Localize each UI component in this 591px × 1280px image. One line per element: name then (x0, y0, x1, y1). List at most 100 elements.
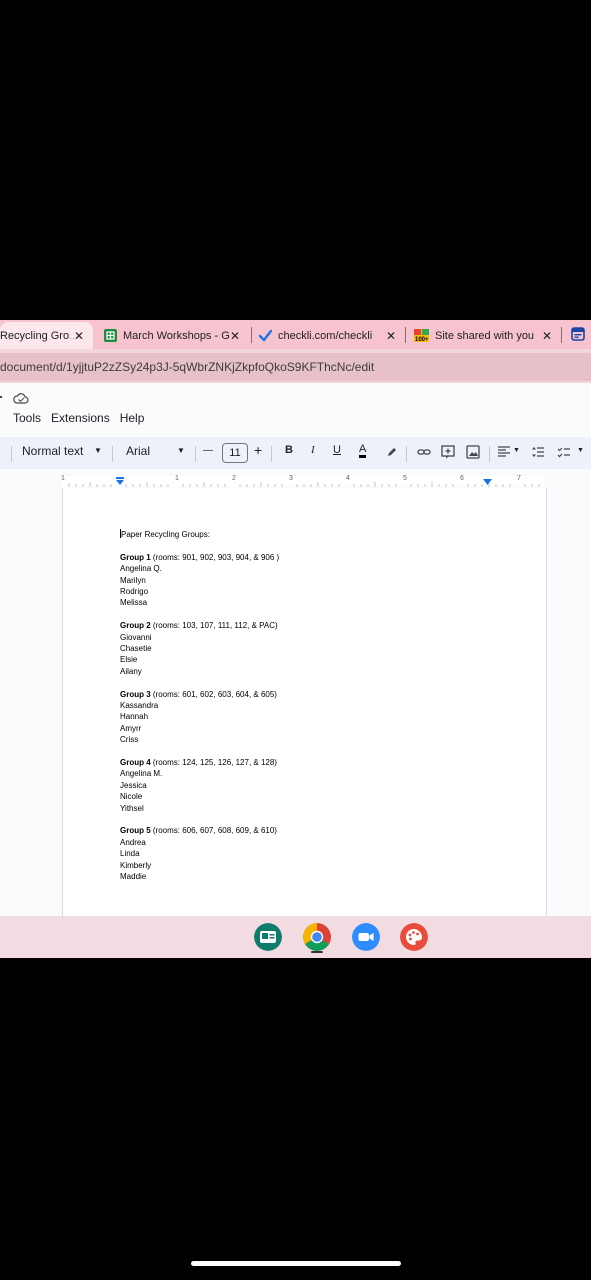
underline-button[interactable]: U (333, 444, 341, 456)
group-rooms: (rooms: 601, 602, 603, 604, & 605) (150, 689, 277, 699)
chevron-down-icon[interactable]: ▼ (577, 447, 584, 454)
close-tab-icon[interactable]: ✕ (230, 329, 240, 343)
overflow-dot (0, 396, 2, 398)
text-color-button[interactable]: A (359, 444, 367, 458)
member-name: Melissa (120, 598, 148, 608)
chrome-icon[interactable] (303, 923, 331, 951)
align-left-icon[interactable] (497, 445, 511, 459)
group-label: Group 5 (120, 826, 151, 836)
chevron-down-icon[interactable]: ▼ (177, 446, 185, 455)
palette-icon[interactable] (400, 923, 428, 951)
tab-title: Site shared with you (435, 329, 535, 342)
member-name: Angelina M. (120, 769, 163, 779)
group-rooms: (rooms: 124, 125, 126, 127, & 128) (150, 758, 277, 768)
menu-help[interactable]: Help (120, 411, 145, 425)
member-name: Giovanni (120, 632, 152, 642)
site-badge-icon: 100+ (414, 329, 429, 342)
ruler-number: 7 (517, 475, 521, 482)
tab-title: Recycling Gro (0, 329, 70, 342)
group-label: Group 1 (120, 552, 151, 562)
close-tab-icon[interactable]: ✕ (386, 329, 396, 343)
checkmark-icon (259, 329, 272, 342)
member-name: Rodrigo (120, 587, 149, 597)
member-name: Hannah (120, 712, 149, 722)
formatting-toolbar: Normal text ▼ Arial ▼ — 11 + B I U A ▼ ▼ (0, 437, 591, 469)
tab-site-shared[interactable]: 100+ Site shared with you ✕ (414, 322, 554, 349)
group-label: Group 2 (120, 621, 151, 631)
ruler-number: 6 (460, 475, 464, 482)
group-label: Group 4 (120, 758, 151, 768)
bold-button[interactable]: B (285, 444, 293, 456)
right-indent-marker[interactable] (483, 479, 492, 486)
chevron-down-icon[interactable]: ▼ (513, 447, 520, 454)
ruler-number: 5 (403, 475, 407, 482)
ruler-number: 1 (61, 475, 65, 482)
ruler-number: 4 (346, 475, 350, 482)
member-name: Marilyn (120, 575, 146, 585)
ruler-number: 1 (175, 475, 179, 482)
classroom-icon[interactable] (254, 923, 282, 951)
group-rooms: (rooms: 901, 902, 903, 904, & 906 ) (150, 552, 280, 562)
tab-checkli[interactable]: checkli.com/checkli ✕ (259, 322, 399, 349)
document-page[interactable]: Paper Recycling Groups: Group 1 (rooms: … (62, 488, 547, 916)
home-indicator[interactable] (191, 1261, 401, 1266)
url-text: document/d/1yjjtuP2zZSy24p3J-5qWbrZNKjZk… (0, 360, 375, 374)
member-name: Amyrr (120, 723, 142, 733)
member-name: Kimberly (120, 860, 152, 870)
ruler-ticks (68, 482, 540, 487)
link-icon[interactable] (417, 445, 431, 459)
line-spacing-icon[interactable] (531, 445, 545, 459)
increase-font-size-button[interactable]: + (254, 442, 262, 458)
member-name: Maddie (120, 872, 147, 882)
tab-title: checkli.com/checkli (278, 329, 373, 342)
close-tab-icon[interactable]: ✕ (74, 329, 84, 343)
ruler-number: 2 (232, 475, 236, 482)
member-name: Ailany (120, 666, 142, 676)
member-name: Chasetie (120, 644, 152, 654)
close-tab-icon[interactable]: ✕ (542, 329, 552, 343)
tab-recycling-groups[interactable]: Recycling Gro .. ✕ (0, 322, 93, 349)
insert-image-icon[interactable] (466, 445, 480, 459)
style-select[interactable]: Normal text (22, 444, 83, 458)
member-name: Elsie (120, 655, 138, 665)
ruler-number: 3 (289, 475, 293, 482)
address-bar: document/d/1yjjtuP2zZSy24p3J-5qWbrZNKjZk… (0, 349, 591, 383)
tab-title: March Workshops - G (123, 329, 230, 342)
font-select[interactable]: Arial (126, 444, 150, 458)
zoom-icon[interactable] (352, 923, 380, 951)
menu-tools[interactable]: Tools (13, 411, 41, 425)
cloud-saved-icon[interactable] (13, 392, 29, 404)
decrease-font-size-button[interactable]: — (203, 445, 213, 456)
member-name: Andrea (120, 837, 146, 847)
member-name: Criss (120, 735, 139, 745)
member-name: Linda (120, 849, 140, 859)
font-size-input[interactable]: 11 (222, 443, 248, 463)
member-name: Kassandra (120, 701, 159, 711)
group-rooms: (rooms: 103, 107, 111, 112, & PAC) (150, 621, 278, 631)
google-sheets-icon (104, 329, 117, 342)
member-name: Yithsel (120, 803, 144, 813)
screen: Recycling Gro .. ✕ March Workshops - G ✕… (0, 320, 591, 958)
tab-march-workshops[interactable]: March Workshops - G ✕ (104, 322, 244, 349)
tab-strip: Recycling Gro .. ✕ March Workshops - G ✕… (0, 320, 591, 349)
url-field[interactable]: document/d/1yjjtuP2zZSy24p3J-5qWbrZNKjZk… (0, 353, 591, 381)
docs-header: Tools Extensions Help (0, 383, 591, 437)
doc-heading: Paper Recycling Groups: (121, 530, 210, 539)
document-body[interactable]: Paper Recycling Groups: Group 1 (rooms: … (120, 529, 279, 883)
add-comment-icon[interactable] (441, 445, 455, 459)
italic-button[interactable]: I (311, 444, 315, 456)
chevron-down-icon[interactable]: ▼ (94, 446, 102, 455)
group-rooms: (rooms: 606, 607, 608, 609, & 610) (150, 826, 277, 836)
left-indent-marker[interactable] (115, 477, 125, 486)
ruler: 1 1 2 3 4 5 6 7 (0, 469, 591, 489)
highlight-pen-icon[interactable] (385, 445, 399, 459)
member-name: Angelina Q. (120, 564, 162, 574)
active-app-indicator (311, 951, 323, 953)
svg-text:100+: 100+ (415, 337, 429, 342)
tab-search-icon[interactable] (571, 327, 585, 341)
checklist-icon[interactable] (557, 445, 571, 459)
menu-bar: Tools Extensions Help (13, 411, 144, 425)
menu-extensions[interactable]: Extensions (51, 411, 110, 425)
group-label: Group 3 (120, 689, 151, 699)
member-name: Nicole (120, 792, 143, 802)
